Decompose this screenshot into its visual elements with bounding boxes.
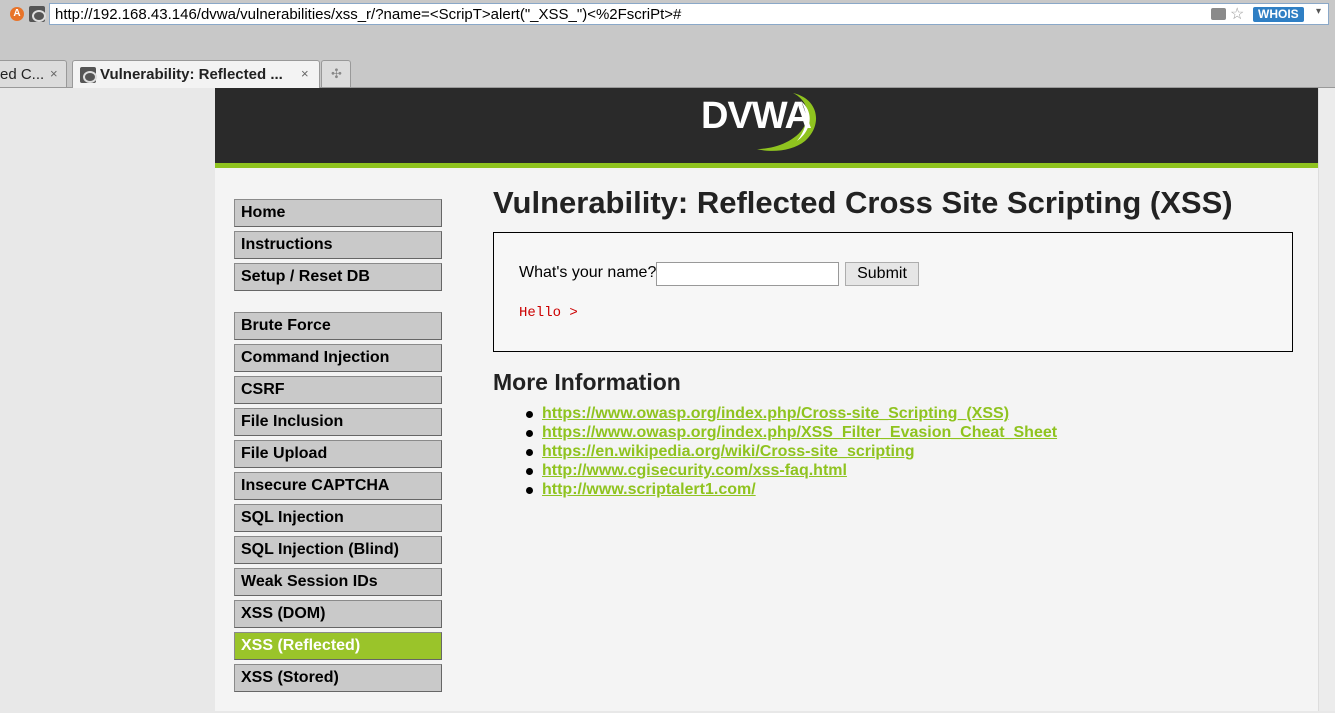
sidebar-item-sql-injection[interactable]: SQL Injection <box>234 504 442 532</box>
url-text[interactable]: http://192.168.43.146/dvwa/vulnerabiliti… <box>55 6 681 23</box>
tab-close-icon[interactable]: × <box>301 66 309 81</box>
sidebar-item-insecure-captcha[interactable]: Insecure CAPTCHA <box>234 472 442 500</box>
rss-icon[interactable] <box>1211 8 1226 20</box>
sidebar-item-home[interactable]: Home <box>234 199 442 227</box>
sidebar-item-xss-dom[interactable]: XSS (DOM) <box>234 600 442 628</box>
menu-block-top: Home Instructions Setup / Reset DB <box>234 199 442 291</box>
url-field[interactable]: http://192.168.43.146/dvwa/vulnerabiliti… <box>49 3 1329 25</box>
tab-favicon-icon <box>80 67 97 83</box>
more-info-link[interactable]: http://www.cgisecurity.com/xss-faq.html <box>542 462 847 479</box>
dvwa-logo: DVWA <box>701 91 831 151</box>
sidebar-item-setup-reset-db[interactable]: Setup / Reset DB <box>234 263 442 291</box>
tab-label: ed C... <box>0 66 45 83</box>
toolbar-area <box>0 28 1335 60</box>
page-header: DVWA <box>215 88 1318 168</box>
more-info-heading: More Information <box>493 369 681 395</box>
name-input[interactable] <box>656 262 839 286</box>
sidebar-item-brute-force[interactable]: Brute Force <box>234 312 442 340</box>
dvwa-container: DVWA Home Instructions Setup / Reset DB Br… <box>215 88 1318 711</box>
list-item: https://en.wikipedia.org/wiki/Cross-site… <box>524 443 1057 462</box>
sidebar-item-file-upload[interactable]: File Upload <box>234 440 442 468</box>
new-tab-button[interactable]: ✣ <box>321 60 351 87</box>
tab-bar: ed C... × Vulnerability: Reflected ... ×… <box>0 60 1335 88</box>
more-info-link[interactable]: http://www.scriptalert1.com/ <box>542 481 756 498</box>
logo-text: DVWA <box>701 95 812 137</box>
menu-block-vulnerabilities: Brute Force Command Injection CSRF File Inc… <box>234 312 442 692</box>
tab-close-icon[interactable]: × <box>50 66 58 81</box>
browser-logo-icon[interactable]: A <box>10 7 24 21</box>
more-info-link[interactable]: https://en.wikipedia.org/wiki/Cross-site… <box>542 443 915 460</box>
list-item: http://www.scriptalert1.com/ <box>524 481 1057 500</box>
tab-previous[interactable]: ed C... × <box>0 60 67 87</box>
list-item: https://www.owasp.org/index.php/XSS_Filt… <box>524 424 1057 443</box>
sidebar-item-file-inclusion[interactable]: File Inclusion <box>234 408 442 436</box>
submit-button[interactable]: Submit <box>845 262 919 286</box>
vertical-scrollbar[interactable] <box>1318 88 1335 711</box>
sidebar-item-weak-session-ids[interactable]: Weak Session IDs <box>234 568 442 596</box>
main-content: Vulnerability: Reflected Cross Site Scri… <box>493 185 1293 498</box>
sidebar-item-xss-reflected[interactable]: XSS (Reflected) <box>234 632 442 660</box>
list-item: http://www.cgisecurity.com/xss-faq.html <box>524 462 1057 481</box>
new-tab-icon: ✣ <box>331 66 342 81</box>
address-bar-row: A http://192.168.43.146/dvwa/vulnerabili… <box>0 0 1335 28</box>
xss-output: Hello > <box>519 305 578 321</box>
chevron-down-icon[interactable]: ▾ <box>1316 6 1321 17</box>
name-label: What's your name? <box>519 264 657 281</box>
sidebar-item-sql-injection-blind[interactable]: SQL Injection (Blind) <box>234 536 442 564</box>
bookmark-star-icon[interactable]: ☆ <box>1230 4 1244 24</box>
sidebar-item-xss-stored[interactable]: XSS (Stored) <box>234 664 442 692</box>
sidebar-menu: Home Instructions Setup / Reset DB Brute F… <box>234 199 442 713</box>
sidebar-item-csrf[interactable]: CSRF <box>234 376 442 404</box>
more-info-link[interactable]: https://www.owasp.org/index.php/XSS_Filt… <box>542 424 1057 441</box>
sidebar-item-instructions[interactable]: Instructions <box>234 231 442 259</box>
site-favicon-icon <box>29 6 46 22</box>
sidebar-item-command-injection[interactable]: Command Injection <box>234 344 442 372</box>
more-info-link[interactable]: https://www.owasp.org/index.php/Cross-si… <box>542 405 1009 422</box>
tab-current[interactable]: Vulnerability: Reflected ... × <box>72 60 320 88</box>
whois-button[interactable]: WHOIS <box>1253 7 1304 22</box>
tab-label: Vulnerability: Reflected ... <box>100 66 283 83</box>
list-item: https://www.owasp.org/index.php/Cross-si… <box>524 405 1057 424</box>
more-info-links: https://www.owasp.org/index.php/Cross-si… <box>524 405 1057 500</box>
page-title: Vulnerability: Reflected Cross Site Scri… <box>493 185 1233 220</box>
vulnerable-code-area: What's your name? Submit Hello > <box>493 232 1293 352</box>
